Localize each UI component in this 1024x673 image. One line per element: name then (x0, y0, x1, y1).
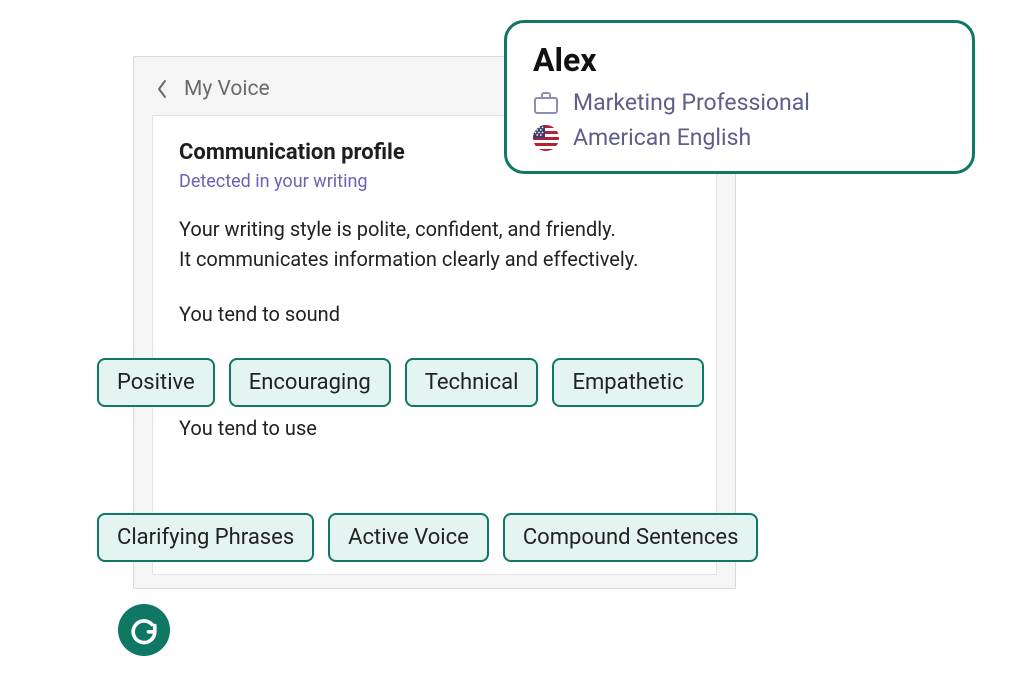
user-profile-card: Alex Marketing Professional (504, 20, 975, 174)
use-lead-text: You tend to use (179, 416, 690, 440)
communication-profile-card: Communication profile Detected in your w… (152, 115, 717, 575)
profile-language: American English (573, 124, 751, 151)
description-line: It communicates information clearly and … (179, 244, 690, 274)
profile-role-row: Marketing Professional (533, 89, 946, 116)
us-flag-icon (533, 125, 559, 151)
briefcase-icon (533, 91, 559, 115)
description-line: Your writing style is polite, confident,… (179, 214, 690, 244)
panel-title: My Voice (184, 77, 270, 101)
style-chip[interactable]: Active Voice (328, 513, 489, 562)
profile-role: Marketing Professional (573, 89, 810, 116)
tone-chip[interactable]: Encouraging (229, 358, 391, 407)
sound-lead-text: You tend to sound (179, 302, 690, 326)
profile-language-row: American English (533, 124, 946, 151)
tone-chip[interactable]: Positive (97, 358, 215, 407)
style-chip[interactable]: Compound Sentences (503, 513, 759, 562)
profile-description: Your writing style is polite, confident,… (179, 214, 690, 274)
profile-name: Alex (533, 41, 946, 79)
grammarly-logo-icon[interactable] (118, 604, 170, 656)
tone-chip[interactable]: Empathetic (552, 358, 703, 407)
use-tags-row: Clarifying Phrases Active Voice Compound… (97, 513, 758, 562)
sound-tags-row: Positive Encouraging Technical Empatheti… (97, 358, 704, 407)
back-chevron-icon[interactable] (156, 79, 168, 99)
section-subheading: Detected in your writing (179, 171, 690, 192)
tone-chip[interactable]: Technical (405, 358, 539, 407)
style-chip[interactable]: Clarifying Phrases (97, 513, 314, 562)
